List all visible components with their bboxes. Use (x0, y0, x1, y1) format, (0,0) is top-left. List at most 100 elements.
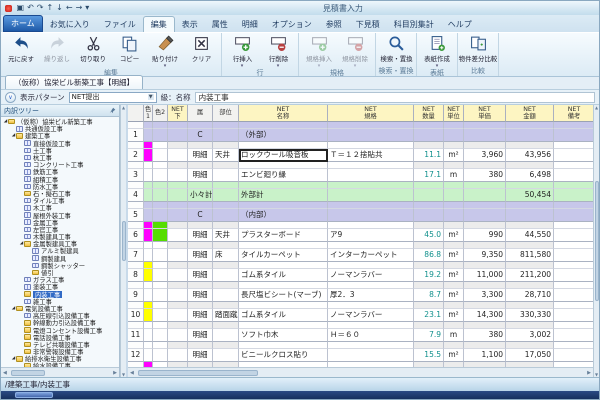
ribbon-tab-8[interactable]: 参照 (319, 17, 349, 32)
collapse-button[interactable]: ∨ (5, 91, 16, 103)
cell-zoku[interactable]: 明細 (188, 149, 213, 162)
undo-icon[interactable]: ↶ (27, 3, 34, 12)
tree-item-20[interactable]: 鋼製シャッター (1, 262, 119, 269)
column-header-c2[interactable]: 色2 (153, 105, 168, 122)
column-header-kikaku[interactable]: NET 規格 (328, 105, 414, 122)
検索・置換-button[interactable]: 検索・置換 (378, 34, 414, 66)
tree-item-33[interactable]: ◢ 給排水衛生設備工事 (1, 355, 119, 362)
tree-item-30[interactable]: 電話設備工事 (1, 334, 119, 341)
scroll-right-icon[interactable]: ▶ (585, 370, 593, 376)
cell-num[interactable]: 5 (128, 209, 144, 222)
cell-note[interactable] (554, 329, 593, 342)
cell-kikaku[interactable] (328, 169, 414, 182)
cell-note[interactable] (554, 309, 593, 322)
cell-num[interactable]: 6 (128, 229, 144, 242)
cell-bui[interactable] (213, 169, 239, 182)
cell-note[interactable] (554, 129, 593, 142)
cell-zoku[interactable]: 明細 (188, 309, 213, 322)
ribbon-tab-1[interactable]: お気に入り (43, 17, 97, 32)
cell-qty[interactable] (414, 129, 444, 142)
cell-price[interactable]: 11,000 (464, 269, 506, 282)
cell-num[interactable]: 8 (128, 269, 144, 282)
cell-c2[interactable] (153, 149, 168, 162)
tree-item-17[interactable]: ◢ 金属製建具工事 (1, 240, 119, 247)
cell-shita[interactable] (168, 329, 188, 342)
tree-item-9[interactable]: 防水工事 (1, 183, 119, 190)
column-header-qty[interactable]: NET 数量 (414, 105, 444, 122)
ribbon-tab-9[interactable]: 下見積 (349, 17, 387, 32)
cell-c2[interactable] (153, 249, 168, 262)
cell-shita[interactable] (168, 129, 188, 142)
cell-c1[interactable] (144, 129, 153, 142)
cell-bui[interactable]: 天井 (213, 149, 239, 162)
tree-item-15[interactable]: 左官工事 (1, 226, 119, 233)
cell-bui[interactable] (213, 329, 239, 342)
cell-amount[interactable]: 50,454 (506, 189, 554, 202)
cell-c1[interactable] (144, 169, 153, 182)
cell-qty[interactable]: 45.0 (414, 229, 444, 242)
ribbon-tab-2[interactable]: ファイル (97, 17, 143, 32)
ribbon-tab-11[interactable]: ヘルプ (441, 17, 479, 32)
cell-note[interactable] (554, 189, 593, 202)
cell-zoku[interactable]: 明細 (188, 269, 213, 282)
scroll-left-icon[interactable]: ◀ (1, 370, 9, 376)
cell-price[interactable]: 990 (464, 229, 506, 242)
tree-item-31[interactable]: テレビ共聴設備工事 (1, 341, 119, 348)
ribbon-tab-0[interactable]: ホーム (3, 15, 43, 32)
tree-item-14[interactable]: 金属工事 (1, 219, 119, 226)
cell-note[interactable] (554, 149, 593, 162)
cell-zoku[interactable]: 明細 (188, 289, 213, 302)
table-hscrollbar[interactable]: ◀ ▶ (128, 367, 593, 377)
cell-c1[interactable] (144, 209, 153, 222)
tree-item-13[interactable]: 屋根外装工事 (1, 211, 119, 219)
cell-c1[interactable] (144, 189, 153, 202)
貼り付け-button[interactable]: 貼り付け ▾ (147, 34, 183, 69)
cell-note[interactable] (554, 209, 593, 222)
column-header-bui[interactable]: 部位 (213, 105, 239, 122)
cell-qty[interactable] (414, 189, 444, 202)
menu-icon[interactable]: ▾ (85, 3, 89, 12)
tree-hscrollbar[interactable]: ◀ ▶ (1, 367, 119, 377)
cell-price[interactable]: 380 (464, 169, 506, 182)
tree-item-0[interactable]: ◢ （仮称）協栄ビル新築工事 (1, 118, 119, 125)
cell-kikaku[interactable]: ノーマンラバー (328, 309, 414, 322)
cell-price[interactable]: 9,350 (464, 249, 506, 262)
cell-c2[interactable] (153, 269, 168, 282)
cell-kikaku[interactable] (328, 349, 414, 362)
cell-unit[interactable]: m² (444, 289, 464, 302)
ribbon-tab-10[interactable]: 科目別集計 (387, 17, 441, 32)
cell-qty[interactable]: 17.1 (414, 169, 444, 182)
cell-kikaku[interactable] (328, 129, 414, 142)
cell-qty[interactable]: 23.1 (414, 309, 444, 322)
save-icon[interactable]: ▣ (17, 3, 25, 12)
column-header-note[interactable]: NET 備考 (554, 105, 593, 122)
scroll-right-icon[interactable]: ▶ (111, 370, 119, 376)
ribbon-tab-6[interactable]: 明細 (235, 17, 265, 32)
cell-bui[interactable] (213, 289, 239, 302)
tree-item-5[interactable]: 杭工事 (1, 154, 119, 161)
切り取り-button[interactable]: 切り取り (75, 34, 111, 68)
cell-zoku[interactable]: C (188, 129, 213, 142)
cell-num[interactable]: 3 (128, 169, 144, 182)
cell-shita[interactable] (168, 229, 188, 242)
cell-name[interactable]: ソフト巾木 (239, 329, 328, 342)
cell-shita[interactable] (168, 269, 188, 282)
cell-qty[interactable]: 8.7 (414, 289, 444, 302)
tree-item-3[interactable]: 直接仮設工事 (1, 140, 119, 147)
pin-icon[interactable] (109, 107, 116, 114)
cell-kikaku[interactable] (328, 209, 414, 222)
table-vscrollbar[interactable]: ▲ ▼ (593, 105, 599, 377)
cell-unit[interactable]: m (444, 329, 464, 342)
tree-item-24[interactable]: 内装工事 (1, 290, 119, 298)
cell-qty[interactable]: 7.9 (414, 329, 444, 342)
tree-item-22[interactable]: ガラス工事 (1, 276, 119, 283)
cell-amount[interactable]: 43,956 (506, 149, 554, 162)
cell-bui[interactable] (213, 129, 239, 142)
cell-shita[interactable] (168, 149, 188, 162)
tree-item-27[interactable]: 高圧線引込設備工事 (1, 312, 119, 319)
tree-item-7[interactable]: 鉄筋工事 (1, 168, 119, 176)
cell-bui[interactable]: 踏面蹴上 (213, 309, 239, 322)
cell-kikaku[interactable]: 厚2．3 (328, 289, 414, 302)
cell-name[interactable]: エンビ廻り縁 (239, 169, 328, 182)
cell-name[interactable]: 長尺塩ビシート(マーブ) (239, 289, 328, 302)
